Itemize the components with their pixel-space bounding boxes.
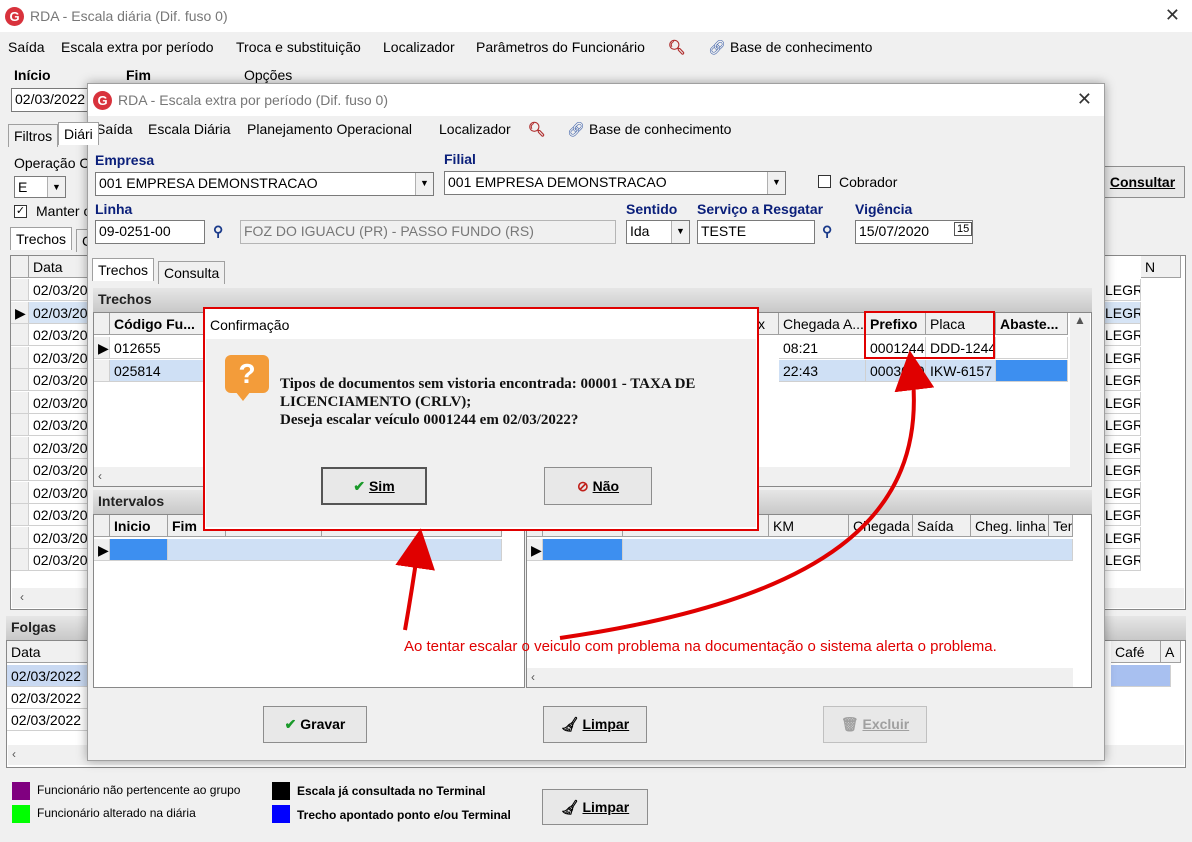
tab-trechos[interactable]: Trechos xyxy=(92,258,155,281)
annotation-arrows xyxy=(395,350,935,640)
annotation-text: Ao tentar escalar o veiculo com problema… xyxy=(404,638,997,655)
annotation-arrow-to-dialog xyxy=(395,528,435,631)
annotation-arrow-to-prefixo xyxy=(559,350,935,640)
tab-diaria[interactable]: Diári xyxy=(58,122,99,145)
tab-trechos-main[interactable]: Trechos xyxy=(10,227,73,250)
